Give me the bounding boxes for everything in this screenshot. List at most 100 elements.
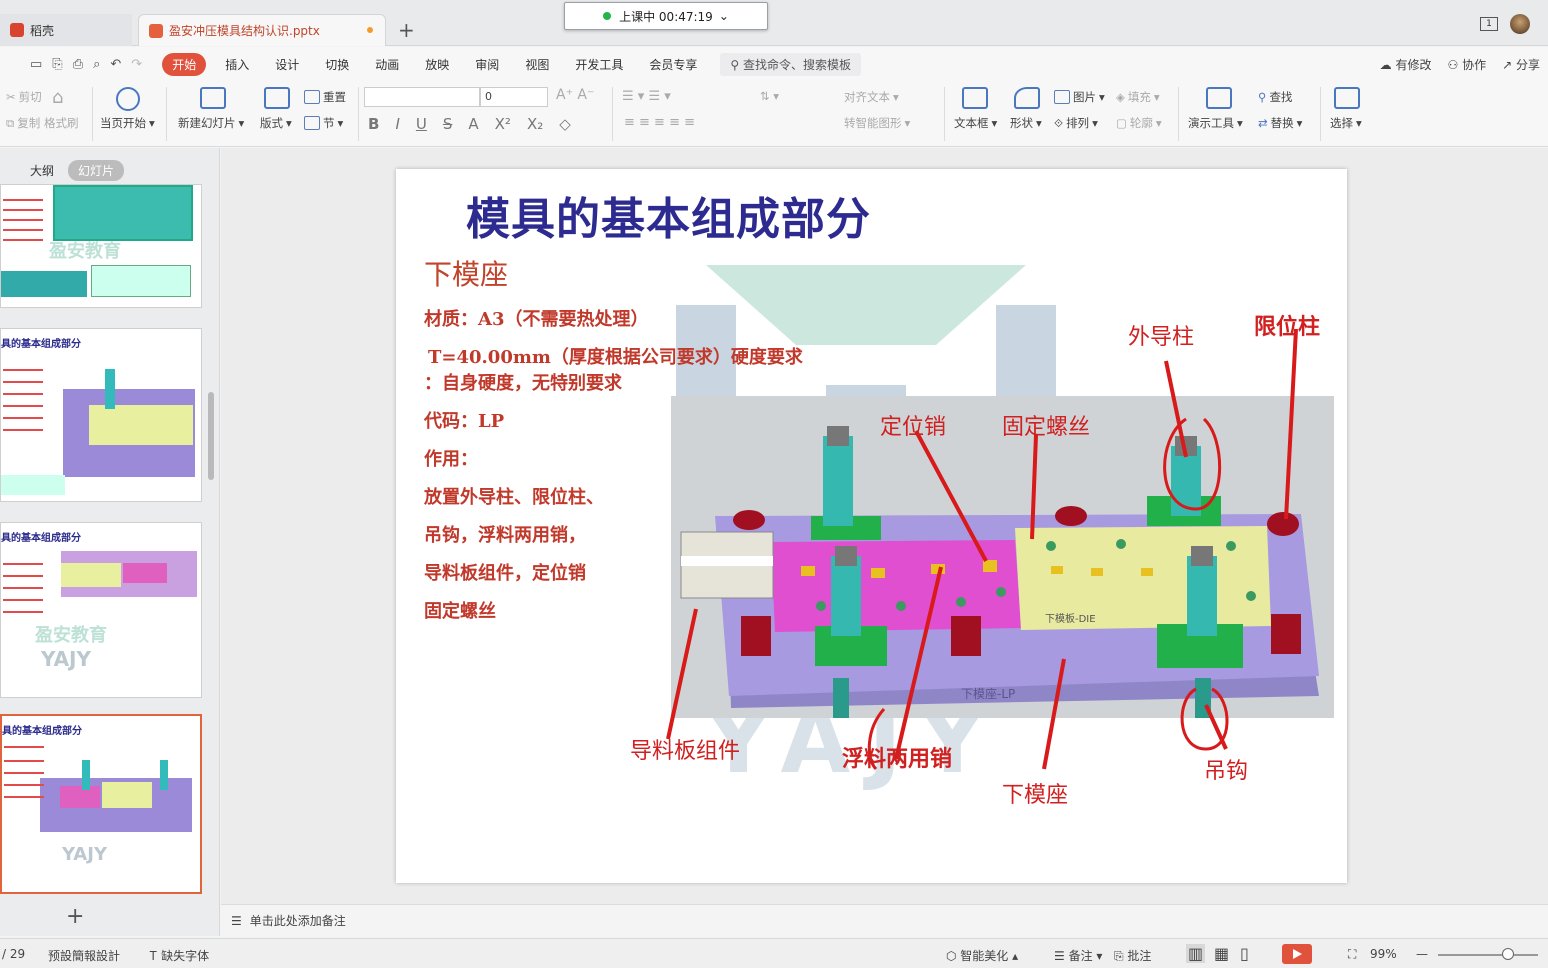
tab-document[interactable]: 盈安冲压模具结构认识.pptx <box>138 14 386 46</box>
picture-button[interactable]: 图片 ▾ <box>1054 89 1105 105</box>
zoom-slider[interactable] <box>1438 954 1538 956</box>
window-count-badge[interactable]: 1 <box>1480 17 1498 31</box>
modified-button[interactable]: ☁ 有修改 <box>1380 56 1432 73</box>
undo-icon[interactable]: ↶ <box>110 57 121 72</box>
underline-button[interactable]: U <box>416 115 427 133</box>
notes-area[interactable]: ☰ 单击此处添加备注 <box>221 904 1548 936</box>
slide[interactable]: YAJY 模具的基本组成部分 下模座 材质：A3（不需要热处理） T=40.00… <box>396 169 1347 883</box>
preview-icon[interactable]: ⌕ <box>93 57 100 72</box>
design-name[interactable]: 预設簡報設計 <box>48 947 120 964</box>
share-button[interactable]: ↗ 分享 <box>1502 56 1540 73</box>
grid-view-icon[interactable]: ▦ <box>1214 944 1229 963</box>
export-icon[interactable]: ⎘ <box>52 57 62 72</box>
align-text-button[interactable]: 对齐文本 ▾ <box>844 89 899 105</box>
add-tab-button[interactable]: + <box>398 18 415 42</box>
avatar[interactable] <box>1510 14 1530 34</box>
strikethrough-button[interactable]: S <box>443 115 453 133</box>
label-lower-die-base: 下模座 <box>1002 783 1069 808</box>
menu-view[interactable]: 视图 <box>512 56 562 73</box>
copy-button[interactable]: ⧉ 复制 <box>6 115 40 131</box>
replace-button[interactable]: ⇄ 替换 ▾ <box>1258 115 1302 131</box>
format-painter-label: 格式刷 <box>44 116 79 130</box>
section-button[interactable]: 节 ▾ <box>304 115 343 131</box>
play-slideshow-button[interactable] <box>1282 944 1312 964</box>
font-size-input[interactable]: 0 <box>480 87 548 107</box>
menu-insert[interactable]: 插入 <box>212 56 262 73</box>
tab-docer[interactable]: 稻壳 <box>0 14 132 46</box>
user-icon: ⚇ <box>1447 57 1463 72</box>
menu-member[interactable]: 会员专享 <box>636 56 710 73</box>
panel-scrollbar[interactable] <box>208 392 214 480</box>
outline-button[interactable]: ▢ 轮廓 ▾ <box>1116 115 1162 131</box>
slide-thumbnail[interactable]: 具的基本组成部分 盈安教育 YAJY <box>0 522 202 698</box>
slide-thumbnail[interactable]: 具的基本组成部分 <box>0 328 202 502</box>
text-direction-icon[interactable]: ⇅ ▾ <box>760 89 779 103</box>
present-tool-icon[interactable] <box>1206 87 1232 109</box>
subscript-button[interactable]: X₂ <box>527 115 543 133</box>
zoom-slider-handle[interactable] <box>1502 948 1514 960</box>
select-icon[interactable] <box>1334 87 1360 109</box>
redo-icon[interactable]: ↷ <box>131 57 142 72</box>
beautify-button[interactable]: ⬡ 智能美化 ▴ <box>946 947 1018 964</box>
textbox-button[interactable]: 文本框 ▾ <box>954 115 997 131</box>
fit-window-icon[interactable]: ⛶ <box>1348 947 1356 962</box>
find-button[interactable]: ⚲ 查找 <box>1258 89 1292 105</box>
bullet-list-icon[interactable]: ☰ ▾ ☰ ▾ <box>622 89 671 104</box>
menu-home[interactable]: 开始 <box>162 52 207 76</box>
fill-label: 填充 <box>1127 90 1151 104</box>
slide-thumbnail-active[interactable]: 具的基本组成部分 YAJY <box>0 714 202 894</box>
play-circle-icon[interactable] <box>116 87 140 111</box>
play-from-current-button[interactable]: 当页开始 ▾ <box>100 115 155 131</box>
print-icon[interactable]: ⎙ <box>73 57 83 72</box>
select-button[interactable]: 选择 ▾ <box>1330 115 1362 131</box>
present-tool-button[interactable]: 演示工具 ▾ <box>1188 115 1243 131</box>
normal-view-icon[interactable]: ▥ <box>1186 944 1206 963</box>
menu-transition[interactable]: 切换 <box>312 56 362 73</box>
notes-toggle-button[interactable]: ☰ 备注 ▾ <box>1054 947 1102 964</box>
zoom-level[interactable]: 99% <box>1370 947 1397 961</box>
menu-review[interactable]: 审阅 <box>462 56 512 73</box>
fill-button[interactable]: ◈ 填充 ▾ <box>1116 89 1160 105</box>
reset-button[interactable]: 重置 <box>304 89 346 105</box>
textbox-icon[interactable] <box>962 87 988 109</box>
status-bar: / 29 预設簡報設計 Ꭲ 缺失字体 ⬡ 智能美化 ▴ ☰ 备注 ▾ ⎘ 批注 … <box>0 938 1548 968</box>
zoom-out-button[interactable]: — <box>1416 947 1428 961</box>
arrange-button[interactable]: ⟐ 排列 ▾ <box>1054 115 1098 131</box>
align-icons[interactable]: ≡ ≡ ≡ ≡ ≡ <box>624 115 695 130</box>
slide-panel: 大纲 幻灯片 盈安教育 具的基本组成部分 具的基本组成部分 盈安教育 YAJY … <box>0 148 220 936</box>
panel-tabs: 大纲 幻灯片 <box>30 160 125 181</box>
italic-button[interactable]: I <box>395 115 399 133</box>
search-icon: ⚲ <box>730 57 743 72</box>
missing-font-button[interactable]: Ꭲ 缺失字体 <box>150 947 209 964</box>
bold-button[interactable]: B <box>368 115 379 133</box>
save-icon[interactable]: ▭ <box>30 57 42 72</box>
layout-button[interactable]: 版式 ▾ <box>260 115 292 131</box>
copy-label: 复制 <box>17 116 41 130</box>
command-search[interactable]: ⚲ 查找命令、搜索模板 <box>720 52 861 76</box>
tab-slides[interactable]: 幻灯片 <box>68 160 125 181</box>
slide-thumbnail[interactable]: 盈安教育 <box>0 184 202 308</box>
font-family-select[interactable] <box>364 87 480 107</box>
collab-button[interactable]: ⚇ 协作 <box>1448 56 1487 73</box>
new-slide-icon[interactable] <box>200 87 226 109</box>
tab-outline[interactable]: 大纲 <box>30 162 54 179</box>
cut-button[interactable]: ✂ 剪切 <box>6 89 42 105</box>
superscript-button[interactable]: X² <box>495 115 511 133</box>
new-slide-button[interactable]: 新建幻灯片 ▾ <box>178 115 244 131</box>
smart-shape-button[interactable]: 转智能图形 ▾ <box>844 115 910 131</box>
clear-format-icon[interactable]: ◇ <box>559 115 571 133</box>
menu-animation[interactable]: 动画 <box>362 56 412 73</box>
font-color-button[interactable]: A <box>468 115 478 133</box>
font-grow-icon[interactable]: A⁺ A⁻ <box>556 87 594 103</box>
layout-icon[interactable] <box>264 87 290 109</box>
format-painter-button[interactable]: 格式刷 <box>44 115 79 131</box>
comment-button[interactable]: ⎘ 批注 <box>1114 947 1151 964</box>
add-slide-button[interactable]: + <box>66 904 84 929</box>
shape-button[interactable]: 形状 ▾ <box>1010 115 1042 131</box>
menu-developer[interactable]: 开发工具 <box>562 56 636 73</box>
reading-view-icon[interactable]: ▯ <box>1240 944 1249 963</box>
menu-slideshow[interactable]: 放映 <box>412 56 462 73</box>
shape-icon[interactable] <box>1014 87 1040 109</box>
menu-design[interactable]: 设计 <box>262 56 312 73</box>
class-timer[interactable]: 上课中 00:47:19 ⌄ <box>564 2 768 30</box>
